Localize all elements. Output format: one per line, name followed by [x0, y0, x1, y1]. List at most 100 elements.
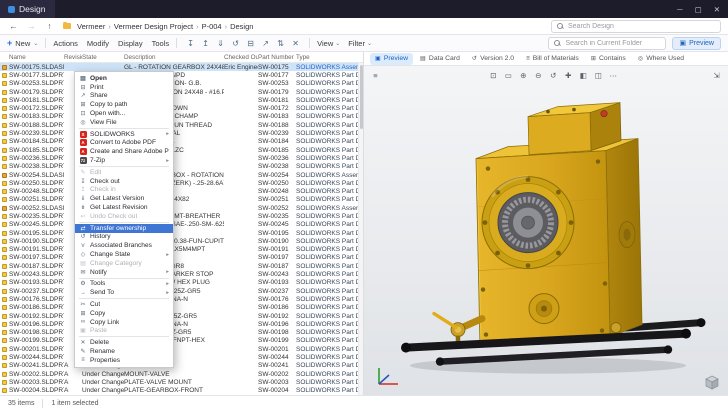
- dropdown-view[interactable]: View⌄: [317, 39, 340, 48]
- table-row[interactable]: SW-00175.SLDASMGL - ROTATION GEARBOX 24X…: [0, 63, 363, 71]
- folder-search-input[interactable]: [565, 40, 660, 47]
- get-latest-icon[interactable]: ⇓: [214, 37, 227, 50]
- menu-item-convert-to-adobe-pdf[interactable]: AConvert to Adobe PDF: [75, 139, 173, 148]
- tab-data-card[interactable]: ▤Data Card: [415, 53, 465, 65]
- column-header-description[interactable]: Description: [124, 54, 224, 61]
- menu-item-copy[interactable]: ⊞Copy: [75, 309, 173, 318]
- table-row[interactable]: SW-00237.SLDPRTW-HC5-38-16X1.25Z-GR5SW-0…: [0, 287, 363, 295]
- display-style-icon[interactable]: ◫: [592, 69, 605, 82]
- menu-item-share[interactable]: ↗Share: [75, 92, 173, 101]
- menu-item-send-to[interactable]: →Send To▸: [75, 288, 173, 297]
- table-row[interactable]: SW-00184.SLDPRT8D - REAR SEALSW-00184SOL…: [0, 138, 363, 146]
- history-icon[interactable]: ↺: [229, 37, 242, 50]
- tab-contains[interactable]: ⊞Contains: [586, 53, 631, 65]
- menu-item-solidworks[interactable]: SSOLIDWORKS▸: [75, 130, 173, 139]
- table-row[interactable]: SW-00204.SLDPRTAUnder ChangePLATE-GEARBO…: [0, 387, 363, 395]
- table-row[interactable]: SW-00195.SLDPRTBEARING-78537SW-00195SOLI…: [0, 229, 363, 237]
- breadcrumb-item-design[interactable]: Design: [229, 22, 254, 31]
- menu-item-create-and-share-adobe-pdf[interactable]: ACreate and Share Adobe PDF: [75, 147, 173, 156]
- table-row[interactable]: SW-00183.SLDPRTHSG-GEARBOX-CHAMPSW-00183…: [0, 113, 363, 121]
- column-header-name[interactable]: Name: [0, 54, 64, 61]
- table-row[interactable]: SW-00190.SLDPRTW-.13677,.25-.200.38-FUN-…: [0, 237, 363, 245]
- table-row[interactable]: SW-00250.SLDPRTRING-GREASE(ZERK) -.25-28…: [0, 179, 363, 187]
- column-header-part-number[interactable]: Part Number: [258, 54, 296, 61]
- tab-bill-of-materials[interactable]: ≡Bill of Materials: [521, 53, 584, 65]
- zoom-out-icon[interactable]: ⊖: [532, 69, 545, 82]
- table-row[interactable]: SW-00196.SLDPRTG- #243 78D BUNA-NSW-0019…: [0, 320, 363, 328]
- table-row[interactable]: SW-00199.SLDPRTRING-18NHPT-2FNPT-HEXSW-0…: [0, 337, 363, 345]
- breadcrumb-item-vermeer-design-project[interactable]: Vermeer Design Project: [113, 22, 194, 31]
- table-row[interactable]: SW-00187.SLDPRTAB3-38-18X.75-GR8SW-00187…: [0, 262, 363, 270]
- view-cube-icon[interactable]: [704, 374, 720, 390]
- menu-item-get-latest-version[interactable]: ⇓Get Latest Version: [75, 194, 173, 203]
- menu-item-open[interactable]: ▤Open: [75, 74, 173, 83]
- model-viewport[interactable]: ≡ ⊡▭⊕⊖↺✚◧◫⋯ ⇲: [364, 66, 728, 395]
- menu-item-check-out[interactable]: ↧Check out: [75, 177, 173, 186]
- menu-item-delete[interactable]: ✕Delete: [75, 338, 173, 347]
- check-in-icon[interactable]: ↥: [199, 37, 212, 50]
- breadcrumb-item-p-004[interactable]: P-004: [201, 22, 223, 31]
- menu-item-view-file[interactable]: ◎View File: [75, 118, 173, 127]
- scrollbar-thumb[interactable]: [360, 65, 363, 129]
- app-tab[interactable]: Design: [0, 0, 55, 18]
- menu-item-notify[interactable]: ✉Notify▸: [75, 268, 173, 277]
- zoom-area-icon[interactable]: ▭: [502, 69, 515, 82]
- menu-item-print[interactable]: ⊟Print: [75, 83, 173, 92]
- table-row[interactable]: SW-00244.SLDPRTPLATE-SPACERSW-00244SOLID…: [0, 353, 363, 361]
- check-out-icon[interactable]: ↧: [184, 37, 197, 50]
- print-icon[interactable]: ⊟: [244, 37, 257, 50]
- table-row[interactable]: SW-00192.SLDPRTW-HC5-38-16X2.5Z-GR5SW-00…: [0, 312, 363, 320]
- up-button[interactable]: ↑: [43, 21, 56, 31]
- menu-item-change-category[interactable]: ▤Change Category: [75, 259, 173, 268]
- table-row[interactable]: SW-00202.SLDPRTAUnder ChangeMOUNT-VALVES…: [0, 370, 363, 378]
- table-row[interactable]: SW-00238.SLDPRTB-BRG- 78075CSW-00238SOLI…: [0, 163, 363, 171]
- table-row[interactable]: SW-00245.SLDPRTWASHER-FLAT SAE-.250-SM-.…: [0, 221, 363, 229]
- delete-icon[interactable]: ✕: [289, 37, 302, 50]
- more-tools-icon[interactable]: ⋯: [607, 69, 620, 82]
- table-row[interactable]: SW-00193.SLDPRTFLUSH HOLLOW HEX PLUGSW-0…: [0, 279, 363, 287]
- back-button[interactable]: ←: [7, 21, 20, 31]
- menu-modify[interactable]: Modify: [87, 39, 109, 48]
- fullscreen-icon[interactable]: ⇲: [710, 69, 723, 82]
- minimize-button[interactable]: ─: [677, 5, 682, 14]
- table-row[interactable]: SW-00186.SLDPRTHEX-.38-16-GR8SW-00186SOL…: [0, 304, 363, 312]
- display-pane-icon[interactable]: ≡: [369, 69, 382, 82]
- menu-item-cut[interactable]: ✂Cut: [75, 300, 173, 309]
- table-row[interactable]: SW-00176.SLDPRTG- #252 78D BUNA-NSW-0017…: [0, 295, 363, 303]
- menu-item-properties[interactable]: ≡Properties: [75, 356, 173, 365]
- table-row[interactable]: SW-00188.SLDPRTBS - #9X4#ORG-UN THREADSW…: [0, 121, 363, 129]
- table-row[interactable]: SW-00239.SLDPRTMB - FRONT SEALSW-00239SO…: [0, 129, 363, 137]
- menu-item-transfer-ownership[interactable]: ⇄Transfer ownership: [75, 224, 173, 233]
- pan-icon[interactable]: ✚: [562, 69, 575, 82]
- menu-item-change-state[interactable]: ◇Change State▸: [75, 250, 173, 259]
- table-row[interactable]: SW-00236.SLDPRTCONE 38MSW-00236SOLIDWORK…: [0, 154, 363, 162]
- close-button[interactable]: ✕: [714, 5, 720, 14]
- menu-item-edit[interactable]: ✎Edit: [75, 168, 173, 177]
- table-row[interactable]: SW-00185.SLDPRT2 - SIGHT .75-16.ZCSW-001…: [0, 146, 363, 154]
- table-row[interactable]: SW-00251.SLDPRTRING CUP-2 1/2 4X82SW-002…: [0, 196, 363, 204]
- list-scrollbar[interactable]: [358, 63, 363, 395]
- menu-actions[interactable]: Actions: [53, 39, 78, 48]
- table-row[interactable]: SW-00172.SLDPRTHARNESS TIEDOWNSW-00172SO…: [0, 104, 363, 112]
- table-row[interactable]: SW-00191.SLDPRTRING-STR-10MAX5M4MPTSW-00…: [0, 246, 363, 254]
- table-row[interactable]: SW-00254.SLDASMCEMENT-GEARBOX - ROTATION…: [0, 171, 363, 179]
- table-row[interactable]: SW-00248.SLDPRT0.125 X 4.0 X .44SW-00248…: [0, 187, 363, 195]
- section-icon[interactable]: ◧: [577, 69, 590, 82]
- tab-where-used[interactable]: ◎Where Used: [633, 53, 689, 65]
- tab-version-2-0[interactable]: ↺Version 2.0: [467, 53, 519, 65]
- zoom-in-icon[interactable]: ⊕: [517, 69, 530, 82]
- menu-item-history[interactable]: ↺History: [75, 233, 173, 242]
- forward-button[interactable]: →: [25, 21, 38, 31]
- gearbox-3d-model[interactable]: [376, 84, 716, 389]
- menu-item-check-in[interactable]: ↥Check in: [75, 186, 173, 195]
- breadcrumb-item-vermeer[interactable]: Vermeer: [76, 22, 106, 31]
- menu-item-paste[interactable]: ▣Paste: [75, 327, 173, 336]
- tab-preview[interactable]: ▣Preview: [370, 53, 413, 65]
- global-search[interactable]: [551, 20, 721, 33]
- rotate-icon[interactable]: ↺: [547, 69, 560, 82]
- dropdown-filter[interactable]: Filter⌄: [348, 39, 372, 48]
- maximize-button[interactable]: ▢: [695, 5, 702, 14]
- folder-search[interactable]: [548, 37, 666, 50]
- menu-item-associated-branches[interactable]: ⋎Associated Branches: [75, 241, 173, 250]
- menu-item-undo-check-out[interactable]: ↩Undo Check out: [75, 212, 173, 221]
